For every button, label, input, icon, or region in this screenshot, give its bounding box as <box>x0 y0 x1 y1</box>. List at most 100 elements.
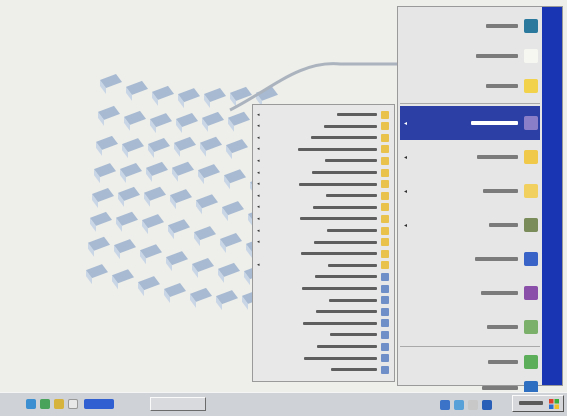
start-menu-item[interactable] <box>400 349 540 375</box>
programs-submenu-item[interactable] <box>255 306 392 317</box>
start-menu-item-label <box>486 84 518 88</box>
programs-submenu-item[interactable]: ◂ <box>255 237 392 248</box>
programs-submenu-item[interactable] <box>255 248 392 259</box>
programs-submenu-item-label <box>313 205 377 209</box>
help-icon <box>524 252 538 266</box>
app-icon <box>381 319 389 328</box>
submenu-arrow-icon: ◂ <box>404 187 408 195</box>
quick-launch-mail-icon[interactable] <box>468 400 478 410</box>
quick-launch-browser-icon[interactable] <box>454 400 464 410</box>
submenu-arrow-icon: ◂ <box>257 134 260 141</box>
programs-submenu-item-label <box>301 252 377 256</box>
programs-submenu-item[interactable] <box>255 353 392 364</box>
tray-app-icon[interactable] <box>68 399 78 409</box>
programs-submenu-item[interactable]: ◂ <box>255 179 392 190</box>
programs-submenu-item[interactable] <box>255 318 392 329</box>
start-menu-item[interactable] <box>400 276 540 310</box>
start-menu-item[interactable] <box>400 41 540 71</box>
programs-submenu-item[interactable]: ◂ <box>255 213 392 224</box>
log-off-icon <box>524 320 538 334</box>
programs-submenu-item-label <box>315 275 377 279</box>
programs-submenu-item[interactable]: ◂ <box>255 190 392 201</box>
wallpaper-tile <box>222 201 244 222</box>
programs-submenu-item[interactable]: ◂ <box>255 167 392 178</box>
start-menu-item[interactable] <box>400 310 540 344</box>
tray-network-icon[interactable] <box>26 399 36 409</box>
wallpaper-tile <box>122 138 144 159</box>
programs-submenu-item[interactable] <box>255 283 392 294</box>
wallpaper-tile <box>164 282 186 303</box>
programs-submenu-item[interactable] <box>255 364 392 375</box>
wallpaper-tile <box>228 111 250 132</box>
wallpaper-tile <box>170 189 192 210</box>
wallpaper-tile <box>218 262 240 283</box>
search-icon <box>524 218 538 232</box>
wallpaper-tile <box>152 85 174 106</box>
wallpaper-tile <box>138 276 160 297</box>
start-menu-item[interactable] <box>400 71 540 101</box>
submenu-arrow-icon: ◂ <box>257 204 260 211</box>
quick-launch-bar <box>440 397 510 411</box>
programs-submenu-item[interactable]: ◂ <box>255 132 392 143</box>
programs-submenu-item[interactable] <box>255 341 392 352</box>
programs-submenu-item-label <box>316 310 377 314</box>
start-menu-banner <box>542 7 562 385</box>
submenu-arrow-icon: ◂ <box>257 157 260 164</box>
programs-submenu-item[interactable]: ◂ <box>255 260 392 271</box>
start-menu-item[interactable]: ◂ <box>400 208 540 242</box>
start-menu-item[interactable] <box>400 11 540 41</box>
quick-launch-media-icon[interactable] <box>482 400 492 410</box>
start-menu-item-label <box>489 223 518 227</box>
run-icon <box>524 286 538 300</box>
folder-icon <box>524 79 538 93</box>
app-icon <box>381 330 389 339</box>
programs-submenu-item-label <box>325 159 377 163</box>
submenu-arrow-icon: ◂ <box>404 119 408 127</box>
wallpaper-tile <box>150 113 172 134</box>
folder-icon <box>381 110 389 119</box>
quick-launch-desktop-icon[interactable] <box>440 400 450 410</box>
programs-submenu-item[interactable] <box>255 329 392 340</box>
wallpaper-tile <box>90 211 112 232</box>
programs-submenu-item[interactable]: ◂ <box>255 109 392 120</box>
programs-submenu-item[interactable]: ◂ <box>255 202 392 213</box>
start-menu-item[interactable] <box>400 242 540 276</box>
wallpaper-tile <box>178 88 200 109</box>
wallpaper-tile <box>94 163 116 184</box>
tray-clock[interactable] <box>8 397 24 411</box>
tray-folder-icon[interactable] <box>54 399 64 409</box>
tray-language-indicator[interactable] <box>84 399 114 409</box>
submenu-arrow-icon: ◂ <box>257 111 260 118</box>
start-menu-item-label <box>487 325 518 329</box>
wallpaper-tile <box>226 139 248 160</box>
wallpaper-tile <box>86 264 108 285</box>
wallpaper-tile <box>196 194 218 215</box>
programs-submenu-item-label <box>302 287 377 290</box>
programs-submenu-item[interactable]: ◂ <box>255 121 392 132</box>
programs-submenu-item-label <box>317 345 377 348</box>
start-menu-item[interactable]: ◂ <box>400 106 540 140</box>
programs-submenu-item-label <box>311 136 377 140</box>
programs-submenu-item[interactable]: ◂ <box>255 155 392 166</box>
wallpaper-tile <box>204 88 226 109</box>
programs-icon <box>524 116 538 130</box>
programs-submenu-item-label <box>328 263 377 267</box>
wallpaper-tile <box>174 136 196 157</box>
start-menu-item[interactable]: ◂ <box>400 174 540 208</box>
wallpaper-tile <box>144 186 166 207</box>
folder-icon <box>381 122 389 131</box>
programs-submenu-item[interactable]: ◂ <box>255 225 392 236</box>
start-button-label <box>519 401 543 405</box>
programs-submenu-item[interactable] <box>255 271 392 282</box>
wallpaper-tile <box>146 161 168 182</box>
wallpaper-tile <box>198 164 220 185</box>
start-button[interactable] <box>512 395 564 412</box>
folder-icon <box>381 180 389 189</box>
start-menu-item[interactable]: ◂ <box>400 140 540 174</box>
tray-volume-icon[interactable] <box>40 399 50 409</box>
programs-submenu-item[interactable] <box>255 295 392 306</box>
programs-submenu-item[interactable]: ◂ <box>255 144 392 155</box>
start-menu: ◂ ◂ ◂ ◂ <box>397 6 563 395</box>
taskbar-window-button[interactable] <box>150 397 206 411</box>
programs-submenu-item-label <box>326 194 377 198</box>
